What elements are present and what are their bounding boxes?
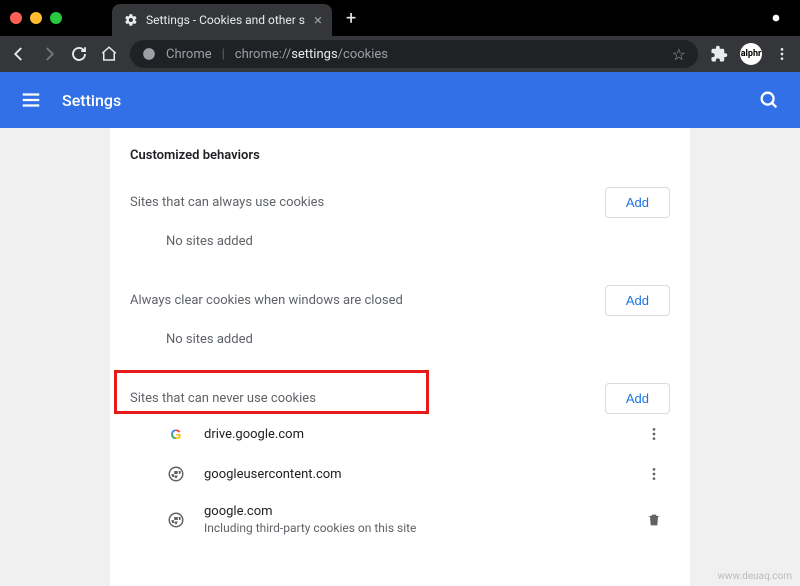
close-window-button[interactable] — [10, 12, 22, 24]
settings-header: Settings — [0, 72, 800, 128]
site-row: googleusercontent.com — [130, 454, 670, 494]
new-tab-button[interactable]: + — [346, 8, 356, 29]
address-bar[interactable]: Chrome | chrome://settings/cookies ☆ — [130, 40, 698, 68]
site-row: google.com Including third-party cookies… — [130, 494, 670, 545]
site-domain: google.com — [204, 504, 638, 519]
omnibox-label: Chrome — [166, 47, 212, 62]
section-title: Customized behaviors — [130, 148, 670, 163]
chrome-icon — [142, 47, 156, 61]
empty-state: No sites added — [130, 316, 670, 371]
profile-avatar[interactable]: alphr — [740, 43, 762, 65]
site-domain: googleusercontent.com — [204, 467, 638, 482]
tab-title: Settings - Cookies and other s — [146, 13, 305, 27]
watermark: www.deuaq.com — [718, 571, 793, 582]
site-row: G drive.google.com — [130, 414, 670, 454]
maximize-window-button[interactable] — [50, 12, 62, 24]
minimize-window-button[interactable] — [30, 12, 42, 24]
menu-icon[interactable] — [20, 89, 42, 111]
site-domain: drive.google.com — [204, 427, 638, 442]
row-label: Sites that can never use cookies — [130, 391, 316, 406]
gear-icon — [124, 13, 138, 27]
forward-button[interactable] — [40, 45, 58, 63]
empty-state: No sites added — [130, 218, 670, 273]
more-icon[interactable] — [638, 466, 670, 482]
clear-on-close-row: Always clear cookies when windows are cl… — [130, 285, 670, 316]
block-cookies-row: Sites that can never use cookies Add — [130, 383, 670, 414]
more-icon[interactable] — [638, 426, 670, 442]
extensions-icon[interactable] — [710, 45, 728, 63]
browser-toolbar: Chrome | chrome://settings/cookies ☆ alp… — [0, 36, 800, 72]
globe-icon — [166, 510, 186, 530]
window-controls — [10, 12, 62, 24]
globe-icon — [166, 464, 186, 484]
page-title: Settings — [62, 91, 121, 110]
add-button[interactable]: Add — [605, 187, 670, 218]
google-g-icon: G — [166, 424, 186, 444]
tab-list-icon[interactable] — [768, 10, 784, 26]
close-tab-icon[interactable]: × — [314, 11, 322, 29]
omnibox-url: chrome://settings/cookies — [235, 47, 388, 62]
content-area: Customized behaviors Sites that can alwa… — [0, 128, 800, 586]
row-label: Sites that can always use cookies — [130, 195, 324, 210]
add-button[interactable]: Add — [605, 285, 670, 316]
browser-tab[interactable]: Settings - Cookies and other s × — [112, 4, 332, 36]
add-button[interactable]: Add — [605, 383, 670, 414]
back-button[interactable] — [10, 45, 28, 63]
window-titlebar: Settings - Cookies and other s × + — [0, 0, 800, 36]
row-label: Always clear cookies when windows are cl… — [130, 293, 403, 308]
home-button[interactable] — [100, 45, 118, 63]
browser-menu-icon[interactable] — [774, 46, 790, 62]
reload-button[interactable] — [70, 45, 88, 63]
search-icon[interactable] — [758, 89, 780, 111]
settings-card: Customized behaviors Sites that can alwa… — [110, 128, 690, 586]
allow-cookies-row: Sites that can always use cookies Add — [130, 187, 670, 218]
site-subtext: Including third-party cookies on this si… — [204, 521, 638, 535]
trash-icon[interactable] — [638, 512, 670, 528]
bookmark-star-icon[interactable]: ☆ — [672, 45, 686, 64]
